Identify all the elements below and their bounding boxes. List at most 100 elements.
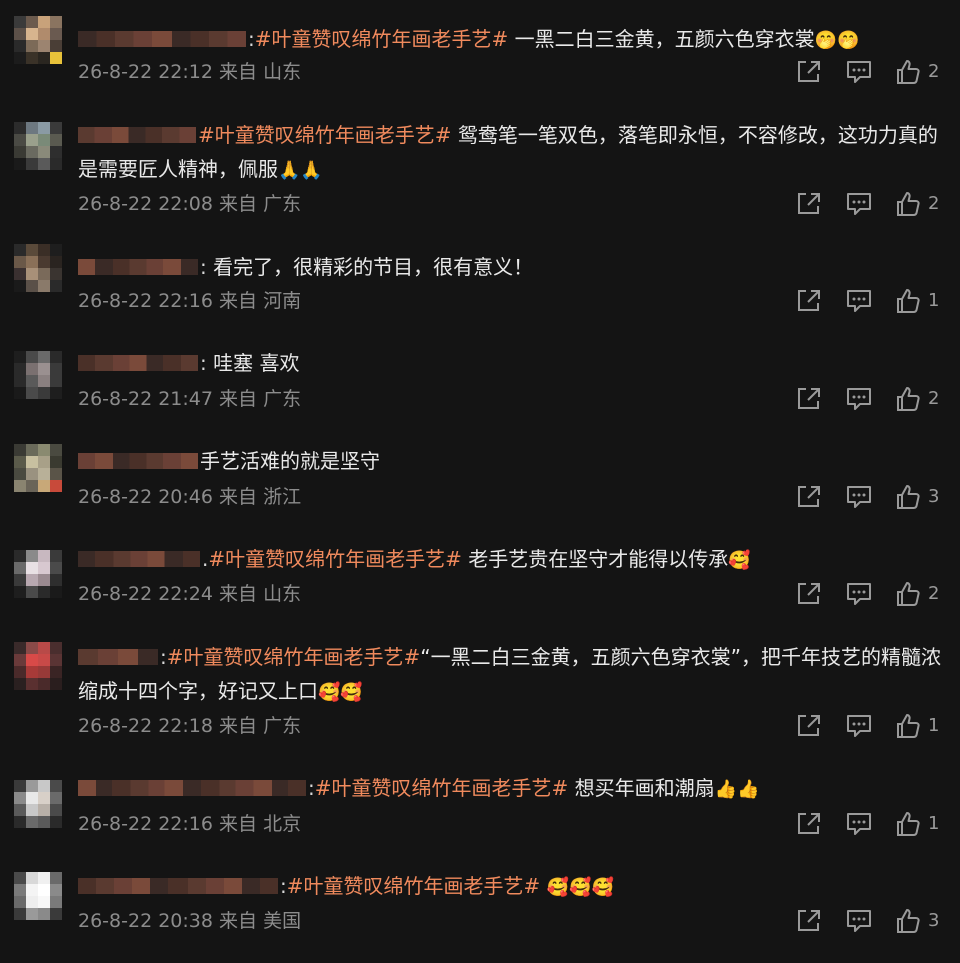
comment-icon[interactable] xyxy=(846,387,872,411)
like-count: 3 xyxy=(928,910,940,931)
like-count: 1 xyxy=(928,715,940,736)
username-separator: : xyxy=(248,27,255,51)
avatar[interactable] xyxy=(14,244,62,292)
avatar[interactable] xyxy=(14,122,62,170)
comment-time: 26-8-22 20:46 xyxy=(78,486,213,508)
share-icon[interactable] xyxy=(796,192,822,216)
comment-body: 看完了，很精彩的节目，很有意义！ xyxy=(206,255,534,279)
hashtag-link[interactable]: #叶童赞叹绵竹年画老手艺# xyxy=(255,27,509,51)
comment-from: 来自 xyxy=(219,290,258,312)
comment-text: :#叶童赞叹绵竹年画老手艺#“一黑二白三金黄，五颜六色穿衣裳”，把千年技艺的精髓… xyxy=(78,640,950,710)
share-icon[interactable] xyxy=(796,387,822,411)
hashtag-link[interactable]: #叶童赞叹绵竹年画老手艺# xyxy=(208,547,462,571)
comment-location: 山东 xyxy=(263,61,302,83)
comment-location: 河南 xyxy=(263,290,302,312)
comment-actions: 3 xyxy=(796,907,946,935)
thumbs-up-icon[interactable] xyxy=(896,713,920,739)
share-icon[interactable] xyxy=(796,485,822,509)
comment-time: 26-8-22 22:12 xyxy=(78,61,213,83)
like-count: 2 xyxy=(928,583,940,604)
comment-meta: 26-8-22 22:24 来自 山东 xyxy=(78,580,301,608)
comment-location: 美国 xyxy=(263,910,302,932)
comment-actions: 2 xyxy=(796,190,946,218)
comment-icon[interactable] xyxy=(846,485,872,509)
username-blurred[interactable] xyxy=(78,30,246,47)
share-icon[interactable] xyxy=(796,909,822,933)
username-separator: : xyxy=(200,351,207,375)
comment-text: : 看完了，很精彩的节目，很有意义！ xyxy=(78,250,950,286)
share-icon[interactable] xyxy=(796,714,822,738)
like-count: 2 xyxy=(928,388,940,409)
comment-from: 来自 xyxy=(219,193,258,215)
share-icon[interactable] xyxy=(796,289,822,313)
username-blurred[interactable] xyxy=(78,126,196,143)
avatar[interactable] xyxy=(14,642,62,690)
username-blurred[interactable] xyxy=(78,779,306,796)
comment-meta: 26-8-22 20:38 来自 美国 xyxy=(78,907,301,935)
hashtag-link[interactable]: #叶童赞叹绵竹年画老手艺# xyxy=(315,776,569,800)
comment-icon[interactable] xyxy=(846,714,872,738)
username-separator: : xyxy=(200,255,207,279)
comment-icon[interactable] xyxy=(846,192,872,216)
username-blurred[interactable] xyxy=(78,648,158,665)
comment-icon[interactable] xyxy=(846,582,872,606)
share-icon[interactable] xyxy=(796,812,822,836)
username-blurred[interactable] xyxy=(78,877,278,894)
avatar[interactable] xyxy=(14,16,62,64)
username-blurred[interactable] xyxy=(78,354,198,371)
comment-emoji: 🥰🥰 xyxy=(318,682,363,703)
comment-time: 26-8-22 21:47 xyxy=(78,388,213,410)
comment-text: 手艺活难的就是坚守 xyxy=(78,444,950,480)
comment-actions: 3 xyxy=(796,483,946,511)
comment-meta: 26-8-22 22:18 来自 广东 xyxy=(78,712,301,740)
comment-meta: 26-8-22 22:12 来自 山东 xyxy=(78,58,301,86)
comment-icon[interactable] xyxy=(846,60,872,84)
thumbs-up-icon[interactable] xyxy=(896,288,920,314)
thumbs-up-icon[interactable] xyxy=(896,386,920,412)
share-icon[interactable] xyxy=(796,582,822,606)
thumbs-up-icon[interactable] xyxy=(896,484,920,510)
thumbs-up-icon[interactable] xyxy=(896,59,920,85)
username-blurred[interactable] xyxy=(78,550,200,567)
comment-actions: 2 xyxy=(796,385,946,413)
comment-time: 26-8-22 22:16 xyxy=(78,813,213,835)
comment-time: 26-8-22 22:16 xyxy=(78,290,213,312)
comment-icon[interactable] xyxy=(846,289,872,313)
hashtag-link[interactable]: #叶童赞叹绵竹年画老手艺# xyxy=(198,123,452,147)
comment-icon[interactable] xyxy=(846,909,872,933)
hashtag-link[interactable]: #叶童赞叹绵竹年画老手艺# xyxy=(167,645,421,669)
thumbs-up-icon[interactable] xyxy=(896,811,920,837)
avatar[interactable] xyxy=(14,444,62,492)
thumbs-up-icon[interactable] xyxy=(896,581,920,607)
comment-time: 26-8-22 22:24 xyxy=(78,583,213,605)
comment-location: 山东 xyxy=(263,583,302,605)
avatar[interactable] xyxy=(14,351,62,399)
comment-emoji: 🥰 xyxy=(728,550,751,571)
comment-text: #叶童赞叹绵竹年画老手艺# 鸳鸯笔一笔双色，落笔即永恒，不容修改，这功力真的是需… xyxy=(78,118,950,188)
share-icon[interactable] xyxy=(796,60,822,84)
comment-emoji: 👍👍 xyxy=(714,779,760,800)
comment-from: 来自 xyxy=(219,486,258,508)
thumbs-up-icon[interactable] xyxy=(896,191,920,217)
comment-text: : 哇塞 喜欢 xyxy=(78,346,950,382)
comment-icon[interactable] xyxy=(846,812,872,836)
comment-from: 来自 xyxy=(219,583,258,605)
comment-text: :#叶童赞叹绵竹年画老手艺# 🥰🥰🥰 xyxy=(78,869,950,905)
avatar[interactable] xyxy=(14,780,62,828)
comment-from: 来自 xyxy=(219,813,258,835)
like-count: 3 xyxy=(928,486,940,507)
thumbs-up-icon[interactable] xyxy=(896,908,920,934)
hashtag-link[interactable]: #叶童赞叹绵竹年画老手艺# xyxy=(287,874,541,898)
comment-actions: 2 xyxy=(796,580,946,608)
username-blurred[interactable] xyxy=(78,258,198,275)
comment-actions: 1 xyxy=(796,712,946,740)
comment-meta: 26-8-22 21:47 来自 广东 xyxy=(78,385,301,413)
comment-meta: 26-8-22 22:08 来自 广东 xyxy=(78,190,301,218)
comment-actions: 1 xyxy=(796,810,946,838)
avatar[interactable] xyxy=(14,872,62,920)
comment-body: 老手艺贵在坚守才能得以传承 xyxy=(461,547,729,571)
comment-location: 北京 xyxy=(263,813,302,835)
username-blurred[interactable] xyxy=(78,452,198,469)
avatar[interactable] xyxy=(14,550,62,598)
comment-meta: 26-8-22 22:16 来自 河南 xyxy=(78,287,301,315)
